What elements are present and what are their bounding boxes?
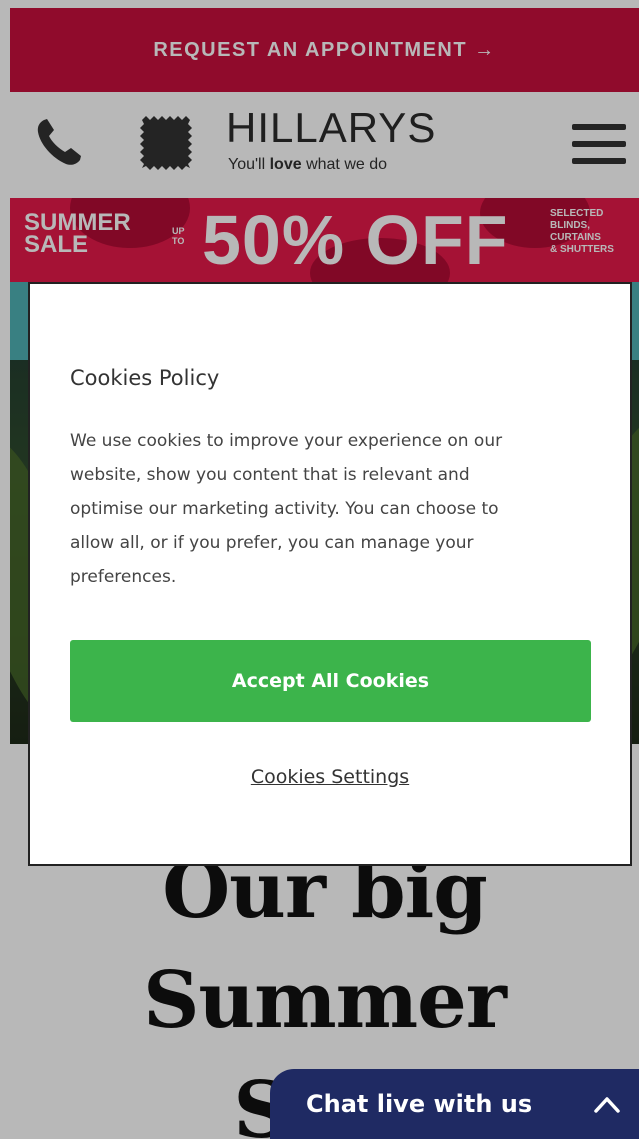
chat-live-button[interactable]: Chat live with us bbox=[270, 1069, 639, 1139]
chat-live-label: Chat live with us bbox=[306, 1090, 533, 1118]
cookie-body-line-2: website, show you content that is releva… bbox=[70, 465, 470, 485]
cookie-body-line-4: allow all, or if you prefer, you can man… bbox=[70, 533, 474, 553]
cookies-settings-link[interactable]: Cookies Settings bbox=[30, 766, 630, 788]
cookie-consent-dialog: Cookies Policy We use cookies to improve… bbox=[28, 282, 632, 866]
cookie-body-line-1: We use cookies to improve your experienc… bbox=[70, 431, 503, 451]
chevron-up-icon bbox=[594, 1097, 620, 1113]
accept-all-cookies-button[interactable]: Accept All Cookies bbox=[70, 640, 591, 722]
cookie-body-line-5: preferences. bbox=[70, 567, 177, 587]
cookie-dialog-title: Cookies Policy bbox=[70, 366, 220, 390]
cookie-body-line-3: optimise our marketing activity. You can… bbox=[70, 499, 499, 519]
cookie-dialog-body: We use cookies to improve your experienc… bbox=[70, 424, 590, 594]
accept-all-cookies-label: Accept All Cookies bbox=[231, 670, 430, 692]
